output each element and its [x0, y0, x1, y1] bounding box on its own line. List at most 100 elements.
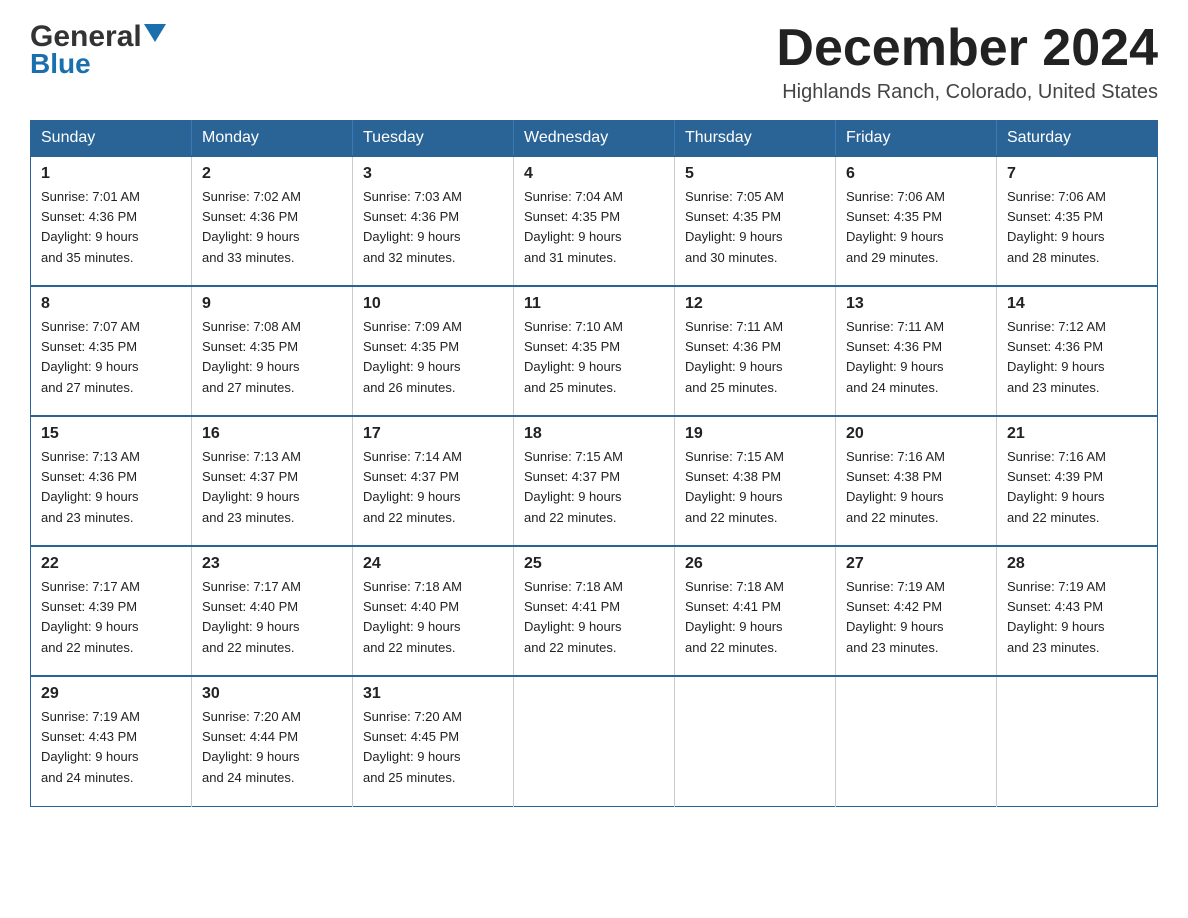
title-block: December 2024 Highlands Ranch, Colorado,… [776, 20, 1158, 104]
day-number: 18 [524, 425, 664, 443]
page-header: General Blue December 2024 Highlands Ran… [30, 20, 1158, 104]
weekday-header-tuesday: Tuesday [353, 121, 514, 157]
day-info: Sunrise: 7:06 AMSunset: 4:35 PMDaylight:… [846, 187, 986, 268]
calendar-day-cell: 8 Sunrise: 7:07 AMSunset: 4:35 PMDaylight… [31, 286, 192, 416]
empty-cell [836, 676, 997, 806]
day-info: Sunrise: 7:19 AMSunset: 4:42 PMDaylight:… [846, 577, 986, 658]
day-number: 15 [41, 425, 181, 443]
empty-cell [675, 676, 836, 806]
weekday-header-row: SundayMondayTuesdayWednesdayThursdayFrid… [31, 121, 1158, 157]
calendar-week-row: 29Sunrise: 7:19 AMSunset: 4:43 PMDayligh… [31, 676, 1158, 806]
calendar-day-cell: 26Sunrise: 7:18 AMSunset: 4:41 PMDayligh… [675, 546, 836, 676]
day-info: Sunrise: 7:14 AMSunset: 4:37 PMDaylight:… [363, 447, 503, 528]
day-info: Sunrise: 7:08 AMSunset: 4:35 PMDaylight:… [202, 317, 342, 398]
day-number: 10 [363, 295, 503, 313]
day-number: 24 [363, 555, 503, 573]
day-info: Sunrise: 7:15 AMSunset: 4:37 PMDaylight:… [524, 447, 664, 528]
day-number: 3 [363, 165, 503, 183]
day-info: Sunrise: 7:11 AMSunset: 4:36 PMDaylight:… [685, 317, 825, 398]
weekday-header-sunday: Sunday [31, 121, 192, 157]
day-info: Sunrise: 7:18 AMSunset: 4:41 PMDaylight:… [524, 577, 664, 658]
calendar-day-cell: 31Sunrise: 7:20 AMSunset: 4:45 PMDayligh… [353, 676, 514, 806]
day-info: Sunrise: 7:11 AMSunset: 4:36 PMDaylight:… [846, 317, 986, 398]
calendar-day-cell: 15 Sunrise: 7:13 AMSunset: 4:36 PMDayligh… [31, 416, 192, 546]
day-number: 19 [685, 425, 825, 443]
day-info: Sunrise: 7:15 AMSunset: 4:38 PMDaylight:… [685, 447, 825, 528]
day-number: 12 [685, 295, 825, 313]
empty-cell [514, 676, 675, 806]
day-info: Sunrise: 7:05 AMSunset: 4:35 PMDaylight:… [685, 187, 825, 268]
day-info: Sunrise: 7:10 AMSunset: 4:35 PMDaylight:… [524, 317, 664, 398]
calendar-day-cell: 22 Sunrise: 7:17 AMSunset: 4:39 PMDayligh… [31, 546, 192, 676]
day-info: Sunrise: 7:17 AMSunset: 4:39 PMDaylight:… [41, 577, 181, 658]
day-number: 21 [1007, 425, 1147, 443]
day-number: 22 [41, 555, 181, 573]
day-info: Sunrise: 7:16 AMSunset: 4:39 PMDaylight:… [1007, 447, 1147, 528]
calendar-header: SundayMondayTuesdayWednesdayThursdayFrid… [31, 121, 1158, 157]
calendar-day-cell: 12 Sunrise: 7:11 AMSunset: 4:36 PMDayligh… [675, 286, 836, 416]
day-info: Sunrise: 7:17 AMSunset: 4:40 PMDaylight:… [202, 577, 342, 658]
calendar-day-cell: 23 Sunrise: 7:17 AMSunset: 4:40 PMDayligh… [192, 546, 353, 676]
day-info: Sunrise: 7:07 AMSunset: 4:35 PMDaylight:… [41, 317, 181, 398]
calendar-day-cell: 2 Sunrise: 7:02 AMSunset: 4:36 PMDaylight… [192, 156, 353, 286]
day-number: 30 [202, 685, 342, 703]
day-number: 17 [363, 425, 503, 443]
calendar-day-cell: 13 Sunrise: 7:11 AMSunset: 4:36 PMDayligh… [836, 286, 997, 416]
calendar-table: SundayMondayTuesdayWednesdayThursdayFrid… [30, 120, 1158, 807]
calendar-day-cell: 9 Sunrise: 7:08 AMSunset: 4:35 PMDaylight… [192, 286, 353, 416]
calendar-day-cell: 10 Sunrise: 7:09 AMSunset: 4:35 PMDayligh… [353, 286, 514, 416]
day-info: Sunrise: 7:18 AMSunset: 4:41 PMDaylight:… [685, 577, 825, 658]
day-number: 27 [846, 555, 986, 573]
day-info: Sunrise: 7:12 AMSunset: 4:36 PMDaylight:… [1007, 317, 1147, 398]
day-number: 25 [524, 555, 664, 573]
calendar-week-row: 22 Sunrise: 7:17 AMSunset: 4:39 PMDayligh… [31, 546, 1158, 676]
calendar-day-cell: 11 Sunrise: 7:10 AMSunset: 4:35 PMDayligh… [514, 286, 675, 416]
day-info: Sunrise: 7:09 AMSunset: 4:35 PMDaylight:… [363, 317, 503, 398]
logo-arrow-icon [144, 24, 166, 42]
day-number: 13 [846, 295, 986, 313]
day-number: 9 [202, 295, 342, 313]
day-info: Sunrise: 7:20 AMSunset: 4:44 PMDaylight:… [202, 707, 342, 788]
day-number: 16 [202, 425, 342, 443]
calendar-day-cell: 14Sunrise: 7:12 AMSunset: 4:36 PMDayligh… [997, 286, 1158, 416]
calendar-day-cell: 18 Sunrise: 7:15 AMSunset: 4:37 PMDayligh… [514, 416, 675, 546]
calendar-day-cell: 16 Sunrise: 7:13 AMSunset: 4:37 PMDayligh… [192, 416, 353, 546]
day-info: Sunrise: 7:13 AMSunset: 4:36 PMDaylight:… [41, 447, 181, 528]
day-info: Sunrise: 7:06 AMSunset: 4:35 PMDaylight:… [1007, 187, 1147, 268]
weekday-header-saturday: Saturday [997, 121, 1158, 157]
day-info: Sunrise: 7:19 AMSunset: 4:43 PMDaylight:… [41, 707, 181, 788]
calendar-day-cell: 20 Sunrise: 7:16 AMSunset: 4:38 PMDayligh… [836, 416, 997, 546]
calendar-week-row: 1 Sunrise: 7:01 AMSunset: 4:36 PMDaylight… [31, 156, 1158, 286]
weekday-header-wednesday: Wednesday [514, 121, 675, 157]
day-number: 23 [202, 555, 342, 573]
weekday-header-friday: Friday [836, 121, 997, 157]
day-number: 28 [1007, 555, 1147, 573]
calendar-day-cell: 21 Sunrise: 7:16 AMSunset: 4:39 PMDayligh… [997, 416, 1158, 546]
empty-cell [997, 676, 1158, 806]
calendar-day-cell: 30 Sunrise: 7:20 AMSunset: 4:44 PMDayligh… [192, 676, 353, 806]
day-info: Sunrise: 7:04 AMSunset: 4:35 PMDaylight:… [524, 187, 664, 268]
day-number: 11 [524, 295, 664, 313]
weekday-header-monday: Monday [192, 121, 353, 157]
day-number: 7 [1007, 165, 1147, 183]
calendar-body: 1 Sunrise: 7:01 AMSunset: 4:36 PMDaylight… [31, 156, 1158, 806]
day-info: Sunrise: 7:03 AMSunset: 4:36 PMDaylight:… [363, 187, 503, 268]
calendar-day-cell: 29Sunrise: 7:19 AMSunset: 4:43 PMDayligh… [31, 676, 192, 806]
calendar-week-row: 8 Sunrise: 7:07 AMSunset: 4:35 PMDaylight… [31, 286, 1158, 416]
day-info: Sunrise: 7:02 AMSunset: 4:36 PMDaylight:… [202, 187, 342, 268]
day-info: Sunrise: 7:01 AMSunset: 4:36 PMDaylight:… [41, 187, 181, 268]
calendar-day-cell: 27 Sunrise: 7:19 AMSunset: 4:42 PMDayligh… [836, 546, 997, 676]
day-info: Sunrise: 7:13 AMSunset: 4:37 PMDaylight:… [202, 447, 342, 528]
day-number: 1 [41, 165, 181, 183]
day-number: 2 [202, 165, 342, 183]
calendar-day-cell: 4 Sunrise: 7:04 AMSunset: 4:35 PMDaylight… [514, 156, 675, 286]
day-info: Sunrise: 7:16 AMSunset: 4:38 PMDaylight:… [846, 447, 986, 528]
day-number: 20 [846, 425, 986, 443]
day-number: 4 [524, 165, 664, 183]
calendar-day-cell: 24Sunrise: 7:18 AMSunset: 4:40 PMDayligh… [353, 546, 514, 676]
location-text: Highlands Ranch, Colorado, United States [776, 81, 1158, 104]
calendar-day-cell: 19 Sunrise: 7:15 AMSunset: 4:38 PMDayligh… [675, 416, 836, 546]
calendar-day-cell: 6Sunrise: 7:06 AMSunset: 4:35 PMDaylight… [836, 156, 997, 286]
day-number: 8 [41, 295, 181, 313]
day-info: Sunrise: 7:20 AMSunset: 4:45 PMDaylight:… [363, 707, 503, 788]
